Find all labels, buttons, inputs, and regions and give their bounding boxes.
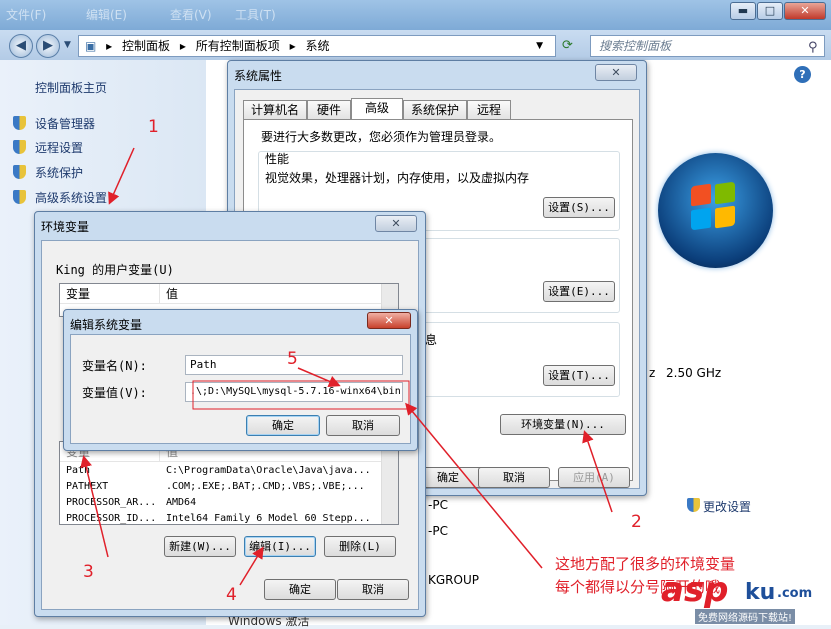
value-highlight-box [192, 380, 410, 410]
annotation-number-3: 3 [83, 562, 94, 582]
watermark-brand: asp [661, 570, 729, 610]
annotation-number-2: 2 [631, 512, 642, 532]
arrow-1 [108, 147, 135, 205]
annotation-arrows [80, 147, 613, 586]
annotation-number-5: 5 [287, 349, 298, 369]
watermark-slogan: 免费网络源码下载站! [695, 609, 796, 624]
arrow-5 [297, 367, 341, 388]
arrow-note [405, 402, 543, 569]
arrow-4 [239, 546, 264, 586]
annotation-number-1: 1 [148, 117, 159, 137]
watermark-tld: .com [777, 586, 813, 601]
aspku-watermark-logo: asp ku .com 免费网络源码下载站! [655, 570, 831, 625]
arrow-2 [582, 430, 613, 513]
watermark-suffix: ku [745, 580, 776, 605]
annotation-number-4: 4 [226, 585, 237, 605]
arrow-3 [80, 455, 109, 558]
